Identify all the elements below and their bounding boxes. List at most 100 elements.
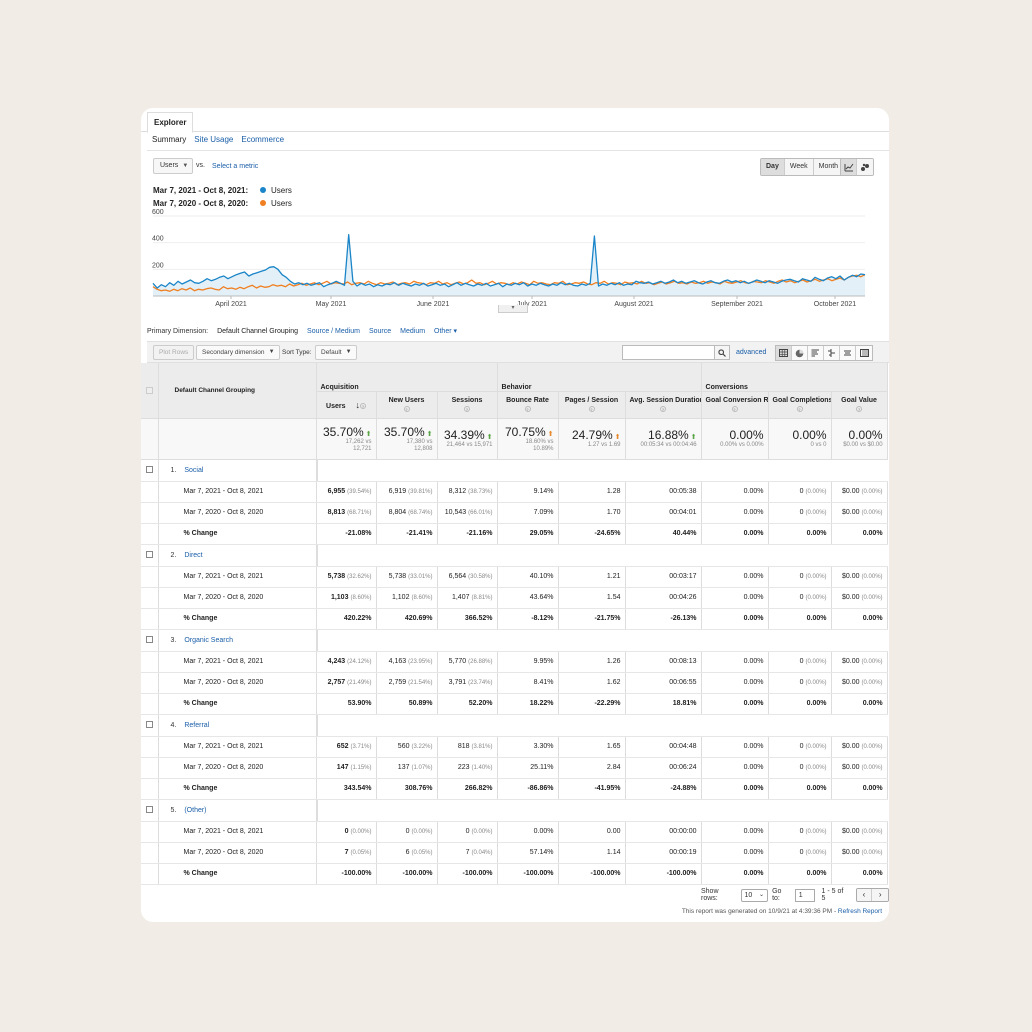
column-header[interactable]: Users ↓? <box>316 391 377 419</box>
granularity-month-button[interactable]: Month <box>813 159 844 175</box>
metric-cell: 0.00% <box>701 821 769 843</box>
column-header[interactable]: Pages / Session? <box>558 391 626 419</box>
select-all-checkbox[interactable] <box>145 386 153 394</box>
metric-cell: 0.00% <box>701 842 769 864</box>
help-icon[interactable]: ? <box>796 405 803 412</box>
dimension-source-medium[interactable]: Source / Medium <box>307 328 360 335</box>
column-header[interactable]: New Users? <box>376 391 438 419</box>
users-line-chart[interactable]: 600400200April 2021 May 2021 June 2021 July… <box>149 208 873 313</box>
select-metric-link[interactable]: Select a metric <box>212 163 258 170</box>
chart-resize-handle[interactable]: ▾ <box>498 305 528 313</box>
help-icon[interactable]: ? <box>524 405 531 412</box>
refresh-report-link[interactable]: Refresh Report <box>838 908 882 915</box>
help-icon[interactable]: ? <box>660 405 667 412</box>
metric-cell: 0 (0.00%) <box>768 566 832 588</box>
prev-page-icon[interactable]: ‹ <box>856 889 873 901</box>
metric-value: 1,103 <box>330 594 349 601</box>
dimension-medium[interactable]: Medium <box>400 328 425 335</box>
subtab-summary[interactable]: Summary <box>152 135 186 145</box>
channel-name-link[interactable]: Organic Search <box>176 637 233 644</box>
metric-value: -86.86% <box>527 785 554 792</box>
column-header[interactable]: Bounce Rate? <box>497 391 559 419</box>
metric-share: (33.01%) <box>408 574 433 580</box>
pivot-view-icon[interactable] <box>856 346 872 360</box>
metric-cell: -100.00% <box>437 863 498 885</box>
column-header[interactable]: Goal Value? <box>831 391 888 419</box>
metric-value: 1.28 <box>606 488 621 495</box>
metric-value: 0 <box>799 573 804 580</box>
dimension-source[interactable]: Source <box>369 328 391 335</box>
metric-cell: 0 (0.00%) <box>437 821 498 843</box>
column-header[interactable]: Goal Conversion Rate? <box>701 391 769 419</box>
help-icon[interactable]: ? <box>856 405 863 412</box>
metric-cell: -26.13% <box>625 608 702 630</box>
metric-value: 266.82% <box>464 785 493 792</box>
metric-select[interactable]: Users ▼ <box>153 158 194 174</box>
granularity-week-button[interactable]: Week <box>784 159 814 175</box>
group-spacer <box>316 629 888 652</box>
row-checkbox[interactable] <box>145 466 153 474</box>
subtab-site-usage[interactable]: Site Usage <box>194 135 233 145</box>
total-comparison: 0 vs 0 <box>810 442 827 448</box>
table-view-icon[interactable] <box>776 346 792 360</box>
column-header[interactable]: Sessions? <box>437 391 498 419</box>
help-icon[interactable]: ? <box>359 402 366 409</box>
tab-explorer[interactable]: Explorer <box>147 112 194 133</box>
trend-up-icon: ⬆ <box>688 434 697 441</box>
row-indent-cell <box>141 863 159 885</box>
help-icon[interactable]: ? <box>464 405 470 412</box>
sort-type-select[interactable]: Default ▼ <box>315 345 357 360</box>
subtab-ecommerce[interactable]: Ecommerce <box>241 135 284 145</box>
advanced-filter-link[interactable]: advanced <box>736 349 766 356</box>
row-checkbox[interactable] <box>145 721 153 729</box>
row-checkbox[interactable] <box>145 636 153 644</box>
metric-cell: 266.82% <box>437 778 498 800</box>
help-icon[interactable]: ? <box>403 405 410 412</box>
metric-value: 0.00% <box>743 658 764 665</box>
column-header[interactable]: Goal Completions? <box>768 391 832 419</box>
metric-value: 00:00:00 <box>669 828 697 835</box>
dimension-header[interactable]: Default Channel Grouping <box>158 363 317 419</box>
total-cell: 70.75% ⬆ 18.60% vs 10.89% <box>497 418 559 460</box>
row-checkbox[interactable] <box>145 551 153 559</box>
pagination-bar: Show rows: 10 ⌄ Go to: 1 1 - 5 of 5 ‹ › <box>701 888 889 902</box>
metric-share: (68.74%) <box>408 510 433 516</box>
line-chart-icon[interactable] <box>841 159 857 175</box>
show-rows-select[interactable]: 10 ⌄ <box>740 888 769 902</box>
dimension-other[interactable]: Other ▾ <box>434 327 457 335</box>
comparison-view-icon[interactable] <box>824 346 840 360</box>
motion-chart-icon[interactable] <box>857 159 873 175</box>
channel-name-link[interactable]: Referral <box>176 722 209 729</box>
channel-name-link[interactable]: Social <box>176 467 203 474</box>
metric-value: 0 <box>799 828 804 835</box>
search-icon[interactable] <box>714 345 730 360</box>
metric-share: (68.71%) <box>347 510 372 516</box>
channel-name-cell: 1. Social <box>158 459 317 482</box>
plot-rows-button[interactable]: Plot Rows <box>153 345 195 360</box>
x-tick-label: September 2021 <box>711 301 763 308</box>
pie-view-icon[interactable] <box>792 346 808 360</box>
channel-name-link[interactable]: (Other) <box>176 807 206 814</box>
granularity-day-button[interactable]: Day <box>761 159 785 175</box>
metric-share: (0.00%) <box>805 659 827 665</box>
metric-cell: 10,543 (66.01%) <box>437 502 498 524</box>
channel-name-link[interactable]: Direct <box>176 552 202 559</box>
metric-share: (0.00%) <box>411 829 433 835</box>
metric-value: 0.00% <box>743 615 764 622</box>
metric-cell: 43.64% <box>497 587 559 609</box>
row-checkbox-cell <box>141 629 159 652</box>
row-checkbox[interactable] <box>145 806 153 814</box>
metric-cell: $0.00 (0.00%) <box>831 672 888 694</box>
next-page-icon[interactable]: › <box>872 889 888 901</box>
goto-input[interactable]: 1 <box>794 888 815 902</box>
secondary-dimension-select[interactable]: Secondary dimension ▼ <box>196 345 280 360</box>
column-header[interactable]: Avg. Session Duration? <box>625 391 702 419</box>
performance-view-icon[interactable] <box>808 346 824 360</box>
help-icon[interactable]: ? <box>588 405 595 412</box>
help-icon[interactable]: ? <box>731 405 738 412</box>
percent-change-row: % Change -21.08% -21.41% -21.16% 29.05% -24.6… <box>141 523 888 545</box>
acquisition-group-header: Acquisition <box>316 363 498 392</box>
table-search-input[interactable] <box>622 345 724 360</box>
conversions-group-header: Conversions <box>701 363 888 392</box>
term-cloud-view-icon[interactable] <box>840 346 856 360</box>
